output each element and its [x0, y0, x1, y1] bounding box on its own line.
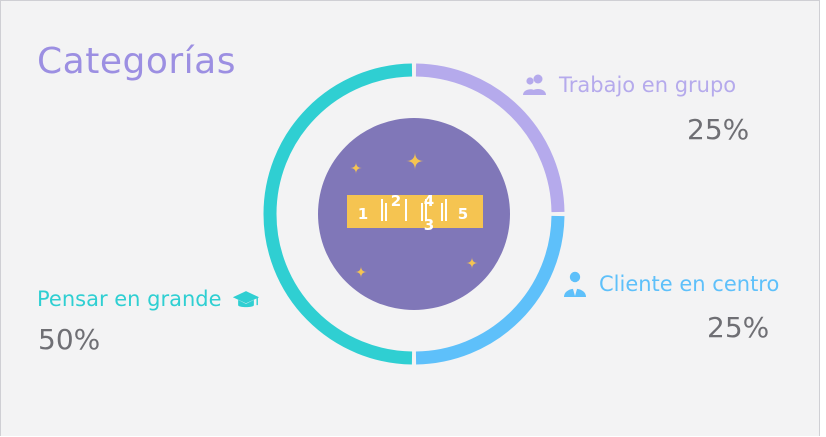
graduation-cap-icon: [232, 285, 260, 313]
categories-card: Categorías 12435 Trabajo en grupo 25% Cl…: [0, 0, 820, 436]
slice-percent: 25%: [687, 113, 750, 146]
users-icon: [521, 71, 549, 99]
ruler-tick: [381, 199, 383, 221]
ruler-number: 2: [391, 192, 401, 210]
legend-pensar-en-grande: Pensar en grande: [37, 285, 260, 313]
ruler-tick: [445, 199, 447, 221]
ruler-number: 1: [358, 205, 368, 223]
slice-label: Trabajo en grupo: [559, 73, 737, 97]
ruler-tick: [405, 199, 407, 221]
slice-label: Cliente en centro: [599, 272, 780, 296]
user-tie-icon: [561, 270, 589, 298]
ruler-number: 4: [424, 192, 434, 210]
slice-percent: 25%: [707, 311, 770, 344]
slice-label: Pensar en grande: [37, 287, 222, 311]
ruler-tick: [385, 203, 387, 221]
ruler-tick: [441, 203, 443, 221]
legend-trabajo-en-grupo: Trabajo en grupo: [521, 71, 736, 99]
ruler-number: 3: [424, 216, 434, 234]
ruler-number: 5: [458, 205, 468, 223]
ruler-tick: [421, 203, 423, 221]
legend-cliente-en-centro: Cliente en centro: [561, 270, 779, 298]
slice-percent: 50%: [38, 323, 101, 356]
donut-chart: 1 2 4 3 5: [263, 63, 565, 365]
